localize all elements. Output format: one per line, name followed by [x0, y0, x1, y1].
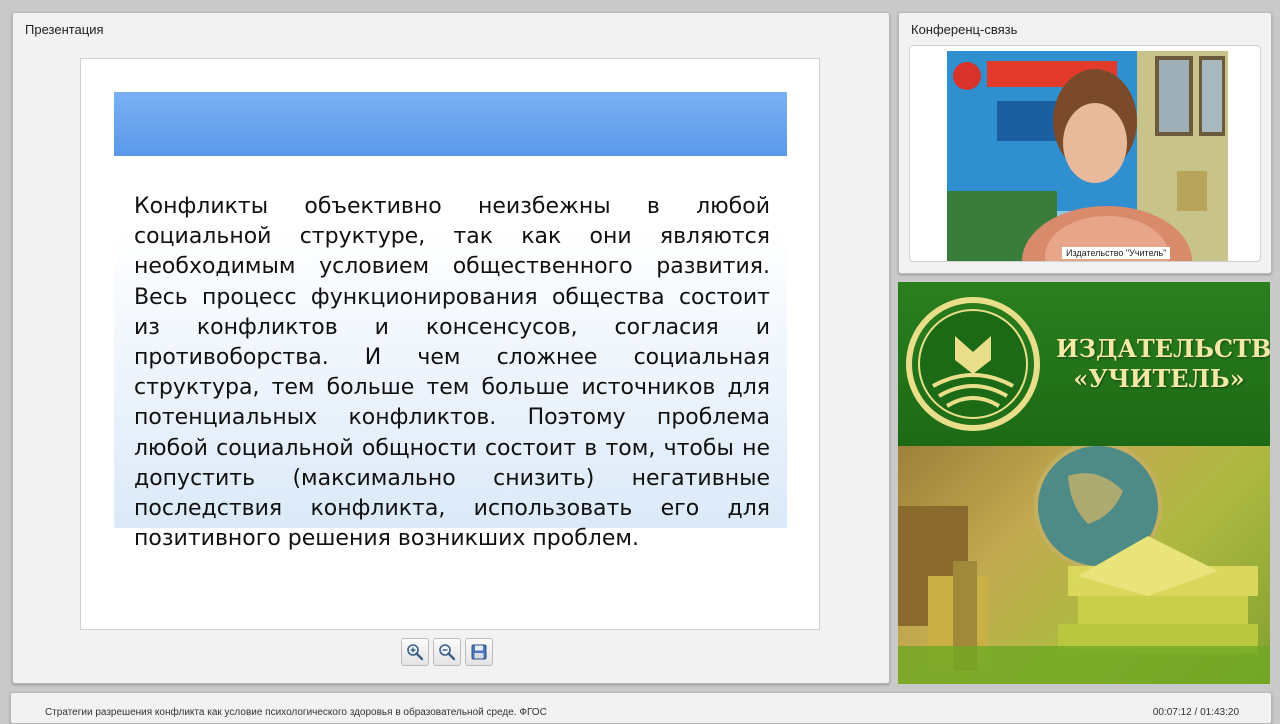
banner-books-image: [898, 442, 1270, 684]
slide: Конфликты объективно неизбежны в любой с…: [80, 58, 820, 630]
speaker-video-image: [947, 51, 1228, 261]
publisher-name: ИЗДАТЕЛЬСТВО «УЧИТЕЛЬ»: [1056, 334, 1270, 394]
zoom-out-icon: [439, 644, 456, 661]
publisher-logo-icon: [906, 297, 1040, 431]
conference-panel-title: Конференц-связь: [911, 22, 1018, 37]
course-title: Стратегии разрешения конфликта как услов…: [45, 707, 547, 718]
publisher-name-line1: ИЗДАТЕЛЬСТВО: [1056, 334, 1270, 363]
zoom-out-button[interactable]: [433, 638, 461, 666]
video-caption: Издательство "Учитель": [1062, 247, 1171, 259]
publisher-banner: ИЗДАТЕЛЬСТВО «УЧИТЕЛЬ»: [898, 282, 1270, 684]
zoom-in-icon: [407, 644, 424, 661]
slide-header-band: [114, 92, 787, 156]
presentation-panel-title: Презентация: [25, 22, 104, 37]
books-globe-image: [898, 442, 1270, 684]
presentation-panel: Презентация Конфликты объективно неизбеж…: [12, 12, 890, 684]
conference-panel: Конференц-связь Издательство "Учитель": [898, 12, 1272, 274]
webcam-video[interactable]: Издательство "Учитель": [947, 51, 1228, 261]
save-button[interactable]: [465, 638, 493, 666]
video-frame: Издательство "Учитель": [909, 45, 1261, 262]
slide-body-text: Конфликты объективно неизбежны в любой с…: [134, 194, 770, 552]
playback-timecode: 00:07:12 / 01:43:20: [1152, 707, 1239, 718]
publisher-name-line2: «УЧИТЕЛЬ»: [1073, 364, 1245, 393]
status-bar: Стратегии разрешения конфликта как услов…: [10, 692, 1272, 724]
banner-top: ИЗДАТЕЛЬСТВО «УЧИТЕЛЬ»: [898, 282, 1270, 446]
zoom-in-button[interactable]: [401, 638, 429, 666]
slide-toolbar: [401, 638, 493, 668]
save-icon: [471, 644, 487, 660]
